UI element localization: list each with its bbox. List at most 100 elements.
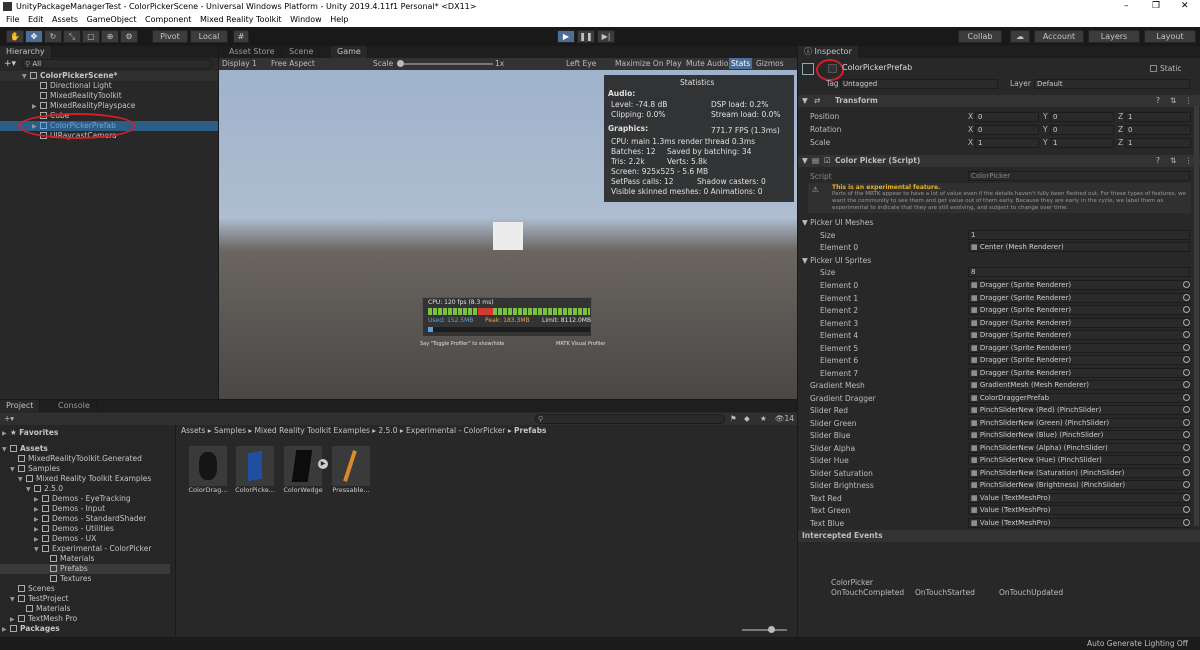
scale-z-field[interactable]: 1	[1125, 138, 1191, 148]
sprite-element-field[interactable]: ▦ Dragger (Sprite Renderer)	[968, 367, 1190, 378]
hierarchy-item-mrtk[interactable]: MixedRealityToolkit	[40, 91, 122, 101]
property-field[interactable]: ▦ Value (TextMeshPro)	[968, 505, 1190, 515]
menu-component[interactable]: Component	[145, 15, 191, 24]
asset-colorwedge[interactable]	[284, 446, 322, 486]
local-button[interactable]: Local	[190, 30, 228, 43]
object-picker-icon[interactable]	[1183, 456, 1190, 463]
object-picker-icon[interactable]	[1183, 406, 1190, 413]
tree-item[interactable]: ▼ Samples	[10, 464, 60, 474]
tab-hierarchy[interactable]: Hierarchy	[0, 46, 52, 58]
tree-item[interactable]: ▼ Experimental - ColorPicker	[34, 544, 151, 554]
menu-icon[interactable]: ⋮	[1185, 96, 1193, 105]
property-field[interactable]: ▦ PinchSliderNew (Saturation) (PinchSlid…	[968, 467, 1190, 478]
pivot-button[interactable]: Pivot	[152, 30, 188, 43]
object-picker-icon[interactable]	[1183, 506, 1190, 513]
property-field[interactable]: ▦ Value (TextMeshPro)	[968, 517, 1190, 528]
breadcrumb-item[interactable]: Mixed Reality Toolkit Examples	[255, 426, 370, 435]
picker-sprites-foldout[interactable]: ▼ Picker UI Sprites	[802, 256, 871, 265]
maximize-icon[interactable]: ❐	[1152, 1, 1160, 11]
tree-favorites[interactable]: ▶ ★ Favorites	[2, 428, 58, 438]
rotation-z-field[interactable]: 0	[1125, 125, 1191, 135]
collab-button[interactable]: Collab	[958, 30, 1002, 43]
static-checkbox[interactable]	[1150, 65, 1157, 72]
tab-project[interactable]: Project	[0, 400, 41, 412]
breadcrumb-item[interactable]: Samples	[214, 426, 246, 435]
expand-prefab-icon[interactable]: ▶	[318, 459, 328, 469]
object-picker-icon[interactable]	[1183, 431, 1190, 438]
rotation-y-field[interactable]: 0	[1050, 125, 1114, 135]
hierarchy-search-input[interactable]: ⚲ All	[22, 59, 212, 69]
property-field[interactable]: ▦ PinchSliderNew (Hue) (PinchSlider)	[968, 455, 1190, 465]
eye-dropdown[interactable]: Left Eye	[566, 59, 596, 68]
tab-scene[interactable]: Scene	[283, 46, 321, 58]
sprite-element-field[interactable]: ▦ Dragger (Sprite Renderer)	[968, 280, 1190, 290]
tree-item[interactable]: ▶ Demos - Input	[34, 504, 105, 514]
breadcrumb-item[interactable]: Prefabs	[514, 426, 546, 435]
breadcrumb-item[interactable]: Experimental - ColorPicker	[406, 426, 505, 435]
script-field[interactable]: ColorPicker	[968, 171, 1190, 181]
favorite-icon[interactable]: ★	[760, 414, 767, 423]
object-picker-icon[interactable]	[1183, 443, 1190, 451]
menu-file[interactable]: File	[6, 15, 19, 24]
sprite-size-field[interactable]: 8	[968, 267, 1190, 277]
preset-icon[interactable]: ⇅	[1170, 96, 1176, 105]
tree-item[interactable]: ▼ TestProject	[10, 594, 68, 604]
object-picker-icon[interactable]	[1183, 381, 1190, 388]
tree-item[interactable]: ▶ Demos - UX	[34, 534, 96, 544]
object-picker-icon[interactable]	[1183, 356, 1190, 363]
game-viewport[interactable]: Statistics Audio: Level: -74.8 dB Clippi…	[219, 70, 797, 399]
tree-item[interactable]: MixedRealityToolkit.Generated	[18, 454, 142, 464]
object-picker-icon[interactable]	[1183, 343, 1190, 351]
tree-item[interactable]: Scenes	[18, 584, 55, 594]
object-picker-icon[interactable]	[1183, 518, 1190, 526]
close-icon[interactable]: ✕	[1181, 1, 1189, 11]
menu-mrtk[interactable]: Mixed Reality Toolkit	[200, 15, 282, 24]
tree-item[interactable]: ▶ TextMesh Pro	[10, 614, 77, 624]
project-search-input[interactable]: ⚲	[535, 414, 725, 424]
menu-icon[interactable]: ⋮	[1185, 156, 1193, 165]
breadcrumb-item[interactable]: Assets	[181, 426, 205, 435]
scale-x-field[interactable]: 1	[975, 138, 1039, 148]
icon-size-slider-thumb[interactable]	[768, 626, 775, 633]
hierarchy-item-directional-light[interactable]: Directional Light	[40, 81, 112, 91]
object-picker-icon[interactable]	[1183, 418, 1190, 426]
property-field[interactable]: ▦ Value (TextMeshPro)	[968, 492, 1190, 503]
create-icon[interactable]: +▾	[4, 414, 14, 423]
transform-tool-icon[interactable]: ⊕	[101, 30, 119, 43]
tab-inspector[interactable]: ⓘ Inspector	[798, 46, 859, 58]
sprite-element-field[interactable]: ▦ Dragger (Sprite Renderer)	[968, 292, 1190, 303]
layers-dropdown[interactable]: Layers	[1088, 30, 1140, 43]
object-picker-icon[interactable]	[1183, 306, 1190, 313]
hand-tool-icon[interactable]: ✋	[6, 30, 24, 43]
play-button[interactable]: ▶	[557, 30, 575, 43]
move-tool-icon[interactable]: ✥	[25, 30, 43, 43]
filter-label-icon[interactable]: ◆	[744, 414, 750, 423]
property-field[interactable]: ▦ ColorDraggerPrefab	[968, 392, 1190, 403]
asset-colordragger[interactable]	[189, 446, 227, 486]
position-z-field[interactable]: 1	[1125, 112, 1191, 122]
asset-colorpicker[interactable]	[236, 446, 274, 486]
scale-slider[interactable]	[397, 63, 493, 65]
filter-type-icon[interactable]: ⚑	[730, 414, 737, 423]
picker-meshes-foldout[interactable]: ▼ Picker UI Meshes	[802, 218, 873, 227]
tree-item[interactable]: ▶ Demos - EyeTracking	[34, 494, 131, 504]
tab-game[interactable]: Game	[331, 46, 368, 58]
cloud-icon[interactable]: ☁	[1010, 30, 1030, 43]
property-field[interactable]: ▦ PinchSliderNew (Alpha) (PinchSlider)	[968, 442, 1190, 453]
tab-asset-store[interactable]: Asset Store	[223, 46, 282, 58]
rect-tool-icon[interactable]: ▢	[82, 30, 100, 43]
icon-size-slider[interactable]	[742, 629, 787, 631]
rotation-x-field[interactable]: 0	[975, 125, 1039, 135]
mesh-element-field[interactable]: ▦ Center (Mesh Renderer)	[968, 242, 1190, 252]
stats-toggle[interactable]: Stats	[729, 58, 753, 69]
tree-item[interactable]: ▶ Demos - StandardShader	[34, 514, 146, 524]
position-y-field[interactable]: 0	[1050, 112, 1114, 122]
menu-assets[interactable]: Assets	[52, 15, 78, 24]
scale-y-field[interactable]: 1	[1050, 138, 1114, 148]
sprite-element-field[interactable]: ▦ Dragger (Sprite Renderer)	[968, 330, 1190, 340]
object-picker-icon[interactable]	[1183, 393, 1190, 401]
object-picker-icon[interactable]	[1183, 468, 1190, 476]
custom-tool-icon[interactable]: ⚙	[120, 30, 138, 43]
display-dropdown[interactable]: Display 1	[222, 59, 257, 68]
layer-dropdown[interactable]: Default	[1034, 79, 1190, 89]
